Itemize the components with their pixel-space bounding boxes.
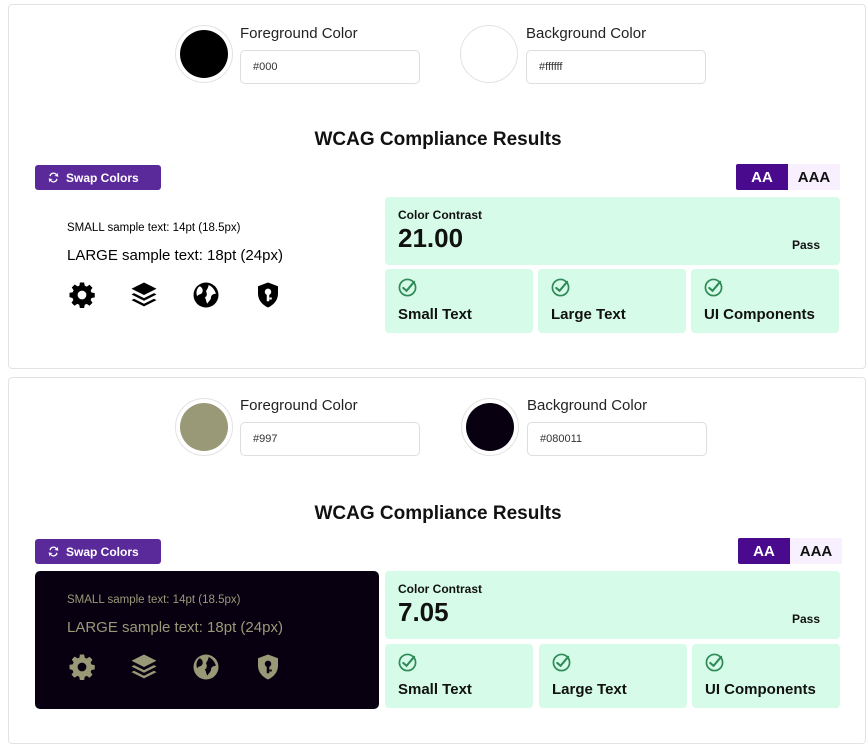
shield-key-icon xyxy=(258,282,278,308)
check-large-text: Large Text xyxy=(539,644,687,708)
foreground-color-label: Foreground Color xyxy=(240,25,358,42)
swap-colors-label: Swap Colors xyxy=(66,544,139,559)
foreground-color-label: Foreground Color xyxy=(240,397,358,414)
foreground-color-input[interactable]: #997 xyxy=(240,422,420,456)
color-contrast-panel: Color Contrast 21.00 Pass xyxy=(385,197,840,265)
check-circle-icon xyxy=(398,278,417,297)
swap-colors-button[interactable]: Swap Colors xyxy=(35,165,161,190)
globe-icon xyxy=(193,282,219,308)
contrast-status: Pass xyxy=(791,238,820,252)
contrast-label: Color Contrast xyxy=(398,208,482,222)
wcag-level-toggle: AA AAA xyxy=(738,538,842,564)
background-color-swatch[interactable] xyxy=(461,398,519,456)
check-ui-components-label: UI Components xyxy=(705,681,816,698)
shield-key-icon xyxy=(258,654,278,680)
color-contrast-panel: Color Contrast 7.05 Pass xyxy=(385,571,840,639)
contrast-checker-card-2: Foreground Color #997 Background Color #… xyxy=(8,377,866,744)
foreground-color-swatch[interactable] xyxy=(175,398,233,456)
level-aaa-button[interactable]: AAA xyxy=(788,164,840,190)
results-title: WCAG Compliance Results xyxy=(314,129,562,150)
check-circle-icon xyxy=(704,278,723,297)
background-swatch-fill xyxy=(466,403,514,451)
results-title: WCAG Compliance Results xyxy=(314,503,562,524)
sample-preview: SMALL sample text: 14pt (18.5px) LARGE s… xyxy=(35,571,379,709)
contrast-status: Pass xyxy=(791,612,820,626)
layers-icon xyxy=(131,654,157,679)
contrast-ratio-value: 7.05 xyxy=(398,597,449,627)
level-aa-button[interactable]: AA xyxy=(738,538,790,564)
check-circle-icon xyxy=(398,653,417,672)
globe-icon xyxy=(193,654,219,680)
check-large-text: Large Text xyxy=(538,269,686,333)
check-circle-icon xyxy=(552,653,571,672)
sample-icons xyxy=(67,280,283,310)
level-aaa-button[interactable]: AAA xyxy=(790,538,842,564)
foreground-color-swatch[interactable] xyxy=(175,25,233,83)
swap-icon xyxy=(48,546,59,557)
sample-preview: SMALL sample text: 14pt (18.5px) LARGE s… xyxy=(35,199,379,337)
check-circle-icon xyxy=(551,278,570,297)
check-ui-components: UI Components xyxy=(692,644,840,708)
check-small-text: Small Text xyxy=(385,644,533,708)
contrast-checker-card-1: Foreground Color #000 Background Color #… xyxy=(8,4,866,369)
sample-icons xyxy=(67,652,283,682)
background-color-input[interactable]: #ffffff xyxy=(526,50,706,84)
foreground-color-input[interactable]: #000 xyxy=(240,50,420,84)
check-ui-components-label: UI Components xyxy=(704,306,815,323)
background-color-label: Background Color xyxy=(527,397,648,414)
swap-colors-button[interactable]: Swap Colors xyxy=(35,539,161,564)
check-small-text: Small Text xyxy=(385,269,533,333)
sample-small-text: SMALL sample text: 14pt (18.5px) xyxy=(67,222,241,234)
check-ui-components: UI Components xyxy=(691,269,839,333)
contrast-ratio-value: 21.00 xyxy=(398,223,464,253)
background-color-input[interactable]: #080011 xyxy=(527,422,707,456)
check-small-text-label: Small Text xyxy=(398,306,472,323)
sample-large-text: LARGE sample text: 18pt (24px) xyxy=(67,247,283,264)
background-swatch-fill xyxy=(465,30,513,78)
background-color-swatch[interactable] xyxy=(460,25,518,83)
contrast-label: Color Contrast xyxy=(398,582,482,596)
sample-small-text: SMALL sample text: 14pt (18.5px) xyxy=(67,594,241,606)
foreground-swatch-fill xyxy=(180,30,228,78)
layers-icon xyxy=(131,282,157,307)
gear-icon xyxy=(69,282,95,308)
sample-large-text: LARGE sample text: 18pt (24px) xyxy=(67,619,283,636)
swap-icon xyxy=(48,172,59,183)
background-color-label: Background Color xyxy=(526,25,647,42)
gear-icon xyxy=(69,654,95,680)
check-large-text-label: Large Text xyxy=(552,681,627,698)
level-aa-button[interactable]: AA xyxy=(736,164,788,190)
swap-colors-label: Swap Colors xyxy=(66,170,139,185)
check-small-text-label: Small Text xyxy=(398,681,472,698)
check-circle-icon xyxy=(705,653,724,672)
wcag-level-toggle: AA AAA xyxy=(736,164,840,190)
check-large-text-label: Large Text xyxy=(551,306,626,323)
foreground-swatch-fill xyxy=(180,403,228,451)
